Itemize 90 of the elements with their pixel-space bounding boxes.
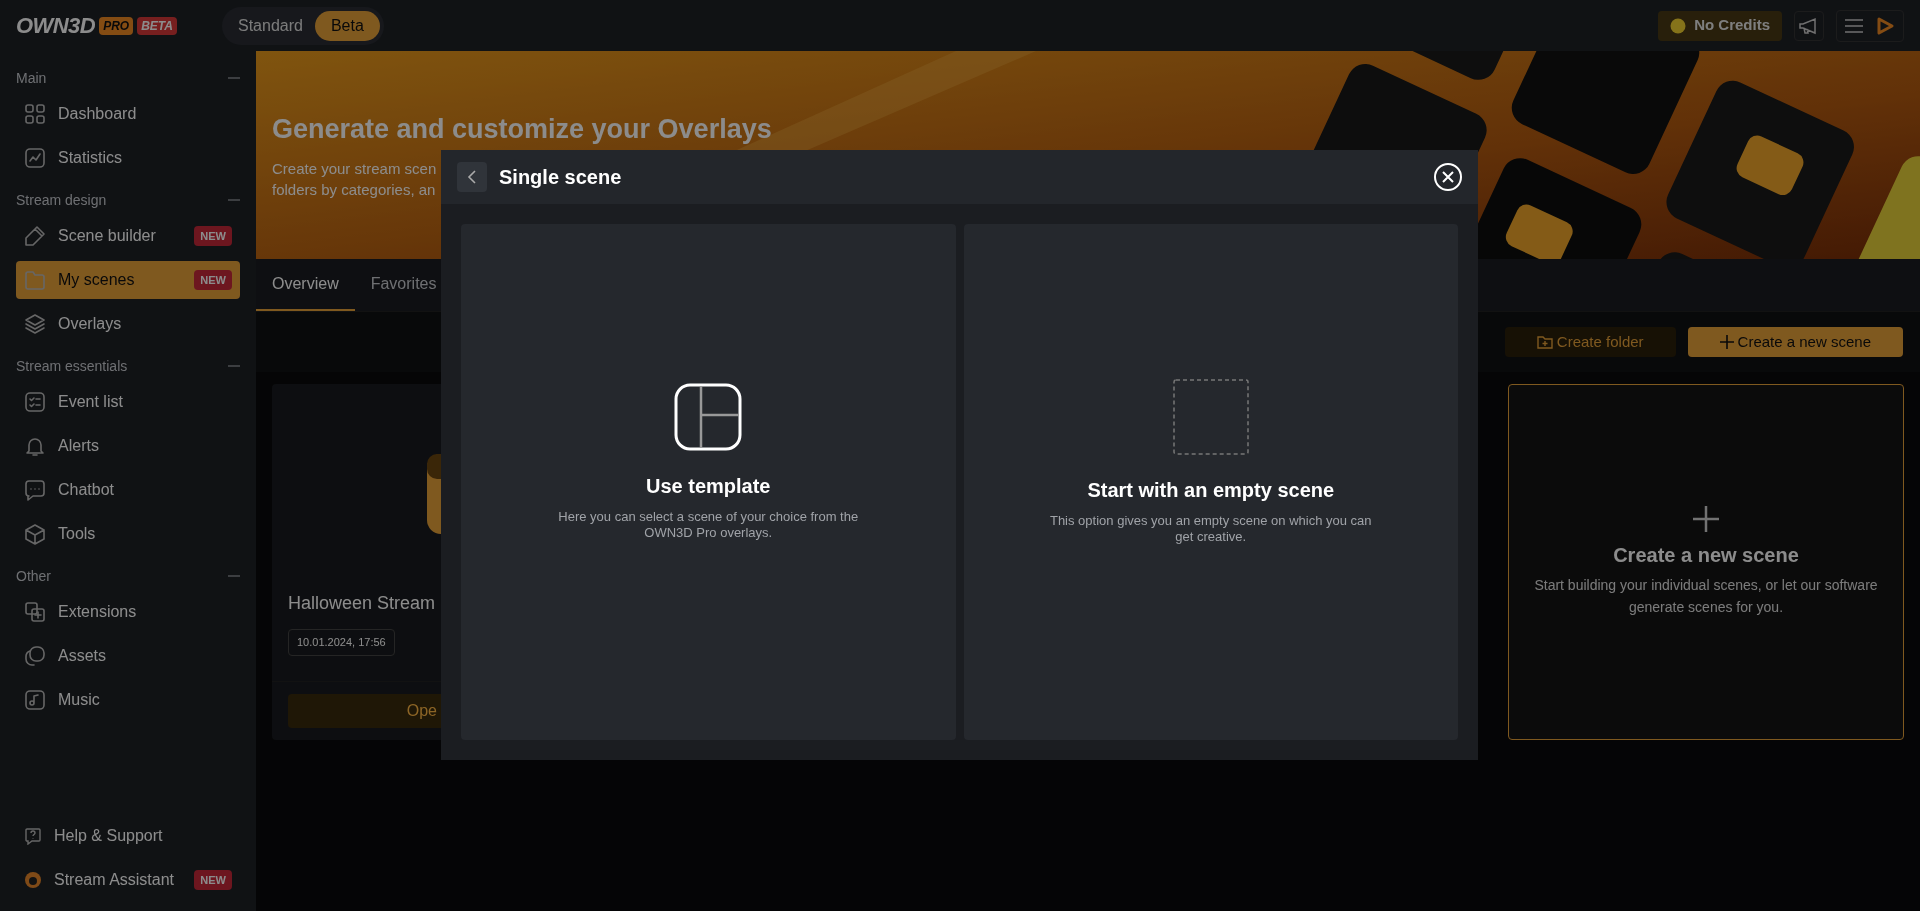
credits-button[interactable]: No Credits bbox=[1658, 10, 1782, 41]
assistant-avatar-icon bbox=[24, 871, 42, 889]
item-label: Event list bbox=[58, 392, 124, 412]
card-title: Create a new scene bbox=[1613, 543, 1799, 568]
template-layout-icon bbox=[674, 383, 743, 451]
sidebar-item[interactable]: Event list bbox=[16, 383, 240, 421]
folder-plus-icon bbox=[1536, 335, 1553, 349]
sidebar-item[interactable]: Overlays bbox=[16, 305, 240, 343]
sidebar-item[interactable]: Assets bbox=[16, 637, 240, 675]
sidebar-item[interactable]: Tools bbox=[16, 515, 240, 553]
item-label: Music bbox=[58, 690, 101, 710]
checklist-icon bbox=[24, 391, 46, 413]
option-description: Here you can select a scene of your choice from the OWN3D Pro overlays. bbox=[557, 509, 860, 541]
item-label: Statistics bbox=[58, 148, 123, 168]
scene-title: Halloween Stream bbox=[287, 592, 437, 615]
app-button[interactable] bbox=[1875, 15, 1895, 36]
menu-icon bbox=[1845, 18, 1863, 33]
section-heading: Stream essentials bbox=[16, 356, 128, 376]
play-logo-icon bbox=[1875, 15, 1895, 36]
chart-icon bbox=[24, 147, 46, 169]
section-heading: Main bbox=[16, 68, 47, 88]
help-chat-icon bbox=[24, 827, 42, 845]
tab[interactable]: Favorites bbox=[354, 259, 453, 311]
sidebar-item[interactable]: Dashboard bbox=[16, 95, 240, 133]
layers-icon bbox=[24, 313, 46, 335]
item-label: My scenes bbox=[58, 270, 136, 290]
option-card[interactable]: Use template Here you can select a scene of your choice from the OWN3D Pro overlays. bbox=[461, 224, 956, 740]
new-badge: NEW bbox=[194, 269, 232, 291]
banner-title: Generate and customize your Overlays bbox=[272, 113, 772, 146]
scene-card[interactable]: Halloween Stream 10.01.2024, 17:56 Ope bbox=[272, 384, 441, 740]
chevron-left-icon bbox=[467, 170, 477, 184]
squares-plus-icon bbox=[24, 601, 46, 623]
option-card[interactable]: Start with an empty scene This option gives you an empty scene on which you can get creative. bbox=[963, 224, 1458, 740]
close-icon bbox=[1442, 171, 1454, 183]
item-label: Assets bbox=[58, 646, 107, 666]
item-label: Alerts bbox=[58, 436, 100, 456]
plus-icon bbox=[1719, 335, 1734, 349]
close-button[interactable] bbox=[1434, 163, 1462, 191]
option-description: This option gives you an empty scene on which you can get creative. bbox=[1048, 513, 1373, 545]
item-label: Help & Support bbox=[54, 826, 164, 846]
open-button[interactable]: Ope bbox=[288, 694, 441, 728]
sidebar-item[interactable]: My scenes NEW bbox=[16, 261, 240, 299]
card-description: Start building your individual scenes, or let our software generate scenes for you. bbox=[1533, 576, 1879, 617]
cards-icon bbox=[24, 645, 46, 667]
item-label: Stream Assistant bbox=[54, 870, 176, 890]
bell-icon bbox=[24, 435, 46, 457]
announcement-button[interactable] bbox=[1794, 10, 1824, 41]
coin-icon bbox=[1670, 17, 1687, 34]
item-label: Overlays bbox=[58, 314, 123, 334]
new-badge: NEW bbox=[194, 869, 232, 891]
sidebar-item[interactable]: Chatbot bbox=[16, 471, 240, 509]
sidebar-item[interactable]: Alerts bbox=[16, 427, 240, 465]
plus-icon bbox=[1693, 506, 1719, 532]
item-label: Extensions bbox=[58, 602, 138, 622]
mode-tab[interactable]: Beta bbox=[314, 10, 380, 41]
banner-subtitle: folders by categories, an bbox=[272, 179, 436, 200]
folder-icon bbox=[24, 269, 46, 291]
create-scene-button[interactable]: Create a new scene bbox=[1687, 327, 1903, 357]
option-title: Start with an empty scene bbox=[1087, 478, 1335, 503]
beta-badge: BETA bbox=[137, 16, 177, 35]
sidebar-item[interactable]: Music bbox=[16, 681, 240, 719]
date-tag: 10.01.2024, 17:56 bbox=[288, 629, 395, 656]
logo-wordmark: OWN3D bbox=[16, 12, 96, 40]
new-scene-card[interactable]: Create a new scene Start building your individual scenes, or let our software generate scenes for you. bbox=[1508, 384, 1904, 740]
item-label: Dashboard bbox=[58, 104, 138, 124]
chat-icon bbox=[24, 479, 46, 501]
sidebar-item[interactable]: Stream Assistant NEW bbox=[16, 861, 240, 899]
banner-subtitle: Create your stream scen bbox=[272, 158, 437, 179]
music-note-icon bbox=[24, 689, 46, 711]
option-title: Use template bbox=[646, 474, 771, 499]
back-button[interactable] bbox=[457, 162, 487, 192]
new-badge: NEW bbox=[194, 225, 232, 247]
dashed-square-icon bbox=[1172, 379, 1249, 455]
modal-title: Single scene bbox=[499, 165, 622, 190]
sidebar-item[interactable]: Statistics bbox=[16, 139, 240, 177]
menu-button[interactable] bbox=[1845, 18, 1863, 33]
sidebar-item[interactable]: Extensions bbox=[16, 593, 240, 631]
cube-icon bbox=[24, 523, 46, 545]
sidebar-item[interactable]: Help & Support bbox=[16, 817, 240, 855]
pencil-icon bbox=[24, 225, 46, 247]
mode-tab[interactable]: Standard bbox=[226, 10, 315, 41]
item-label: Tools bbox=[58, 524, 97, 544]
sidebar-item[interactable]: Scene builder NEW bbox=[16, 217, 240, 255]
section-heading: Other bbox=[16, 566, 51, 586]
grid-icon bbox=[24, 103, 46, 125]
item-label: Chatbot bbox=[58, 480, 116, 500]
section-heading: Stream design bbox=[16, 190, 107, 210]
pro-badge: PRO bbox=[99, 16, 134, 35]
item-label: Scene builder bbox=[58, 226, 157, 246]
create-folder-button[interactable]: Create folder bbox=[1504, 327, 1676, 357]
